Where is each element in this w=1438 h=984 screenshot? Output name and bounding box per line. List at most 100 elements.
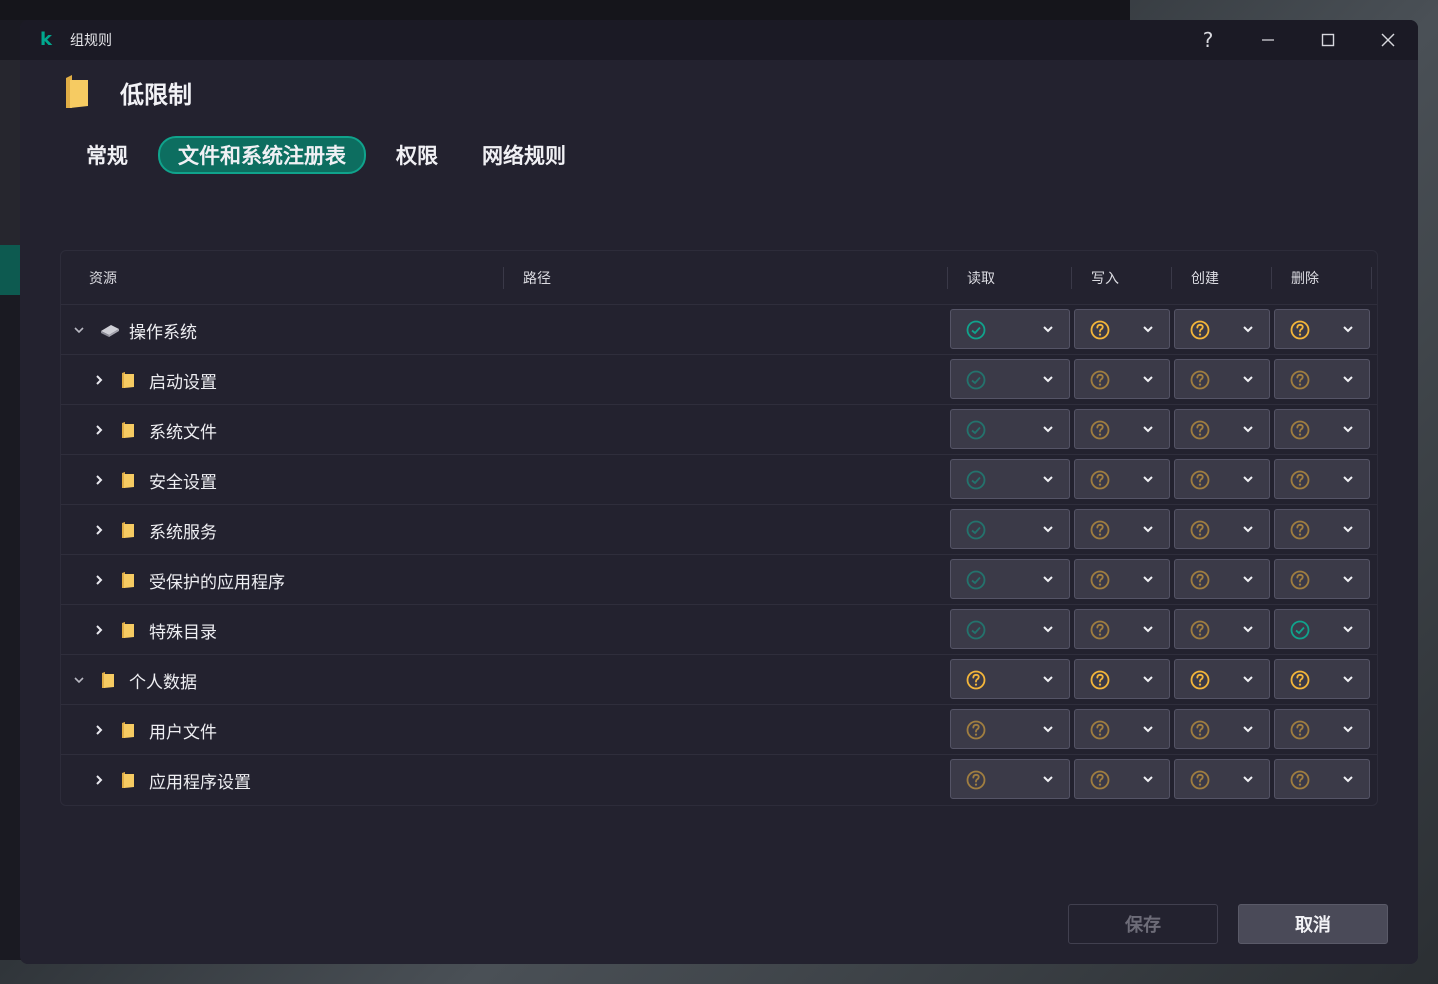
permission-dropdown-create[interactable] [1174,359,1270,399]
background-titlebar [0,0,1130,20]
column-header-write[interactable]: 写入 [1091,251,1119,305]
permission-dropdown-create[interactable] [1174,559,1270,599]
resource-label: 安全设置 [149,472,217,493]
chevron-down-icon [1043,426,1053,433]
chevron-right-icon [96,375,103,385]
permission-dropdown-create[interactable] [1174,709,1270,749]
chevron-down-icon [1143,476,1153,483]
ask-question-icon [1290,670,1310,690]
allowed-check-icon [966,620,986,640]
permission-dropdown-write[interactable] [1074,409,1170,449]
chevron-down-icon [1143,526,1153,533]
permission-dropdown-create[interactable] [1174,509,1270,549]
permission-dropdown-read[interactable] [950,459,1070,499]
help-button[interactable]: ? [1178,20,1238,60]
permission-dropdown-read[interactable] [950,359,1070,399]
permission-dropdown-write[interactable] [1074,359,1170,399]
permission-dropdown-read[interactable] [950,609,1070,649]
ask-question-icon [1190,670,1210,690]
permission-dropdown-write[interactable] [1074,759,1170,799]
permission-dropdown-write[interactable] [1074,459,1170,499]
expand-toggle[interactable] [89,620,109,640]
chevron-down-icon [1043,526,1053,533]
maximize-button[interactable] [1298,20,1358,60]
permission-dropdown-create[interactable] [1174,459,1270,499]
ask-question-icon [1090,770,1110,790]
chevron-down-icon [1043,476,1053,483]
permission-dropdown-delete[interactable] [1274,509,1370,549]
permission-dropdown-write[interactable] [1074,659,1170,699]
permission-dropdown-read[interactable] [950,509,1070,549]
permission-dropdown-write[interactable] [1074,509,1170,549]
permission-dropdown-write[interactable] [1074,309,1170,349]
tab-1[interactable]: 文件和系统注册表 [158,136,366,174]
table-row[interactable]: 启动设置 [61,355,1377,405]
column-header-read[interactable]: 读取 [967,251,995,305]
resource-label: 操作系统 [129,322,197,343]
permission-dropdown-create[interactable] [1174,759,1270,799]
table-row[interactable]: 系统文件 [61,405,1377,455]
column-header-create[interactable]: 创建 [1191,251,1219,305]
expand-toggle[interactable] [89,370,109,390]
permission-dropdown-delete[interactable] [1274,759,1370,799]
ask-question-icon [1090,620,1110,640]
permission-dropdown-write[interactable] [1074,609,1170,649]
permission-dropdown-delete[interactable] [1274,659,1370,699]
permission-dropdown-read[interactable] [950,709,1070,749]
permission-dropdown-delete[interactable] [1274,459,1370,499]
permission-dropdown-create[interactable] [1174,309,1270,349]
table-row[interactable]: 受保护的应用程序 [61,555,1377,605]
permission-dropdown-delete[interactable] [1274,609,1370,649]
chevron-down-icon [1043,626,1053,633]
column-divider [947,267,948,289]
permission-dropdown-create[interactable] [1174,409,1270,449]
permission-dropdown-delete[interactable] [1274,359,1370,399]
column-header-resource[interactable]: 资源 [89,251,117,305]
tab-0[interactable]: 常规 [80,136,134,174]
permission-dropdown-delete[interactable] [1274,409,1370,449]
table-row[interactable]: 操作系统 [61,305,1377,355]
expand-toggle[interactable] [89,520,109,540]
resource-label: 应用程序设置 [149,772,251,793]
permission-dropdown-write[interactable] [1074,559,1170,599]
ask-question-icon [1090,520,1110,540]
chevron-down-icon [1043,326,1053,333]
minimize-button[interactable] [1238,20,1298,60]
table-row[interactable]: 系统服务 [61,505,1377,555]
table-row[interactable]: 应用程序设置 [61,755,1377,805]
column-divider [503,267,504,289]
permission-dropdown-read[interactable] [950,309,1070,349]
permission-dropdown-delete[interactable] [1274,309,1370,349]
collapse-toggle[interactable] [69,320,89,340]
permission-dropdown-read[interactable] [950,759,1070,799]
permission-dropdown-read[interactable] [950,559,1070,599]
collapse-toggle[interactable] [69,670,89,690]
expand-toggle[interactable] [89,470,109,490]
column-header-path[interactable]: 路径 [523,251,551,305]
column-header-delete[interactable]: 删除 [1291,251,1319,305]
expand-toggle[interactable] [89,720,109,740]
cancel-button[interactable]: 取消 [1238,904,1388,944]
permission-dropdown-create[interactable] [1174,609,1270,649]
expand-toggle[interactable] [89,570,109,590]
permission-dropdown-read[interactable] [950,659,1070,699]
expand-toggle[interactable] [89,770,109,790]
table-row[interactable]: 个人数据 [61,655,1377,705]
table-row[interactable]: 特殊目录 [61,605,1377,655]
chevron-right-icon [96,525,103,535]
save-button[interactable]: 保存 [1068,904,1218,944]
table-row[interactable]: 用户文件 [61,705,1377,755]
permission-dropdown-delete[interactable] [1274,559,1370,599]
permission-dropdown-create[interactable] [1174,659,1270,699]
table-row[interactable]: 安全设置 [61,455,1377,505]
tab-3[interactable]: 网络规则 [476,136,572,174]
chevron-down-icon [1343,676,1353,683]
permission-dropdown-read[interactable] [950,409,1070,449]
chevron-down-icon [1343,476,1353,483]
close-button[interactable] [1358,20,1418,60]
expand-toggle[interactable] [89,420,109,440]
permission-dropdown-delete[interactable] [1274,709,1370,749]
permission-dropdown-write[interactable] [1074,709,1170,749]
column-divider [1071,267,1072,289]
tab-2[interactable]: 权限 [390,136,444,174]
